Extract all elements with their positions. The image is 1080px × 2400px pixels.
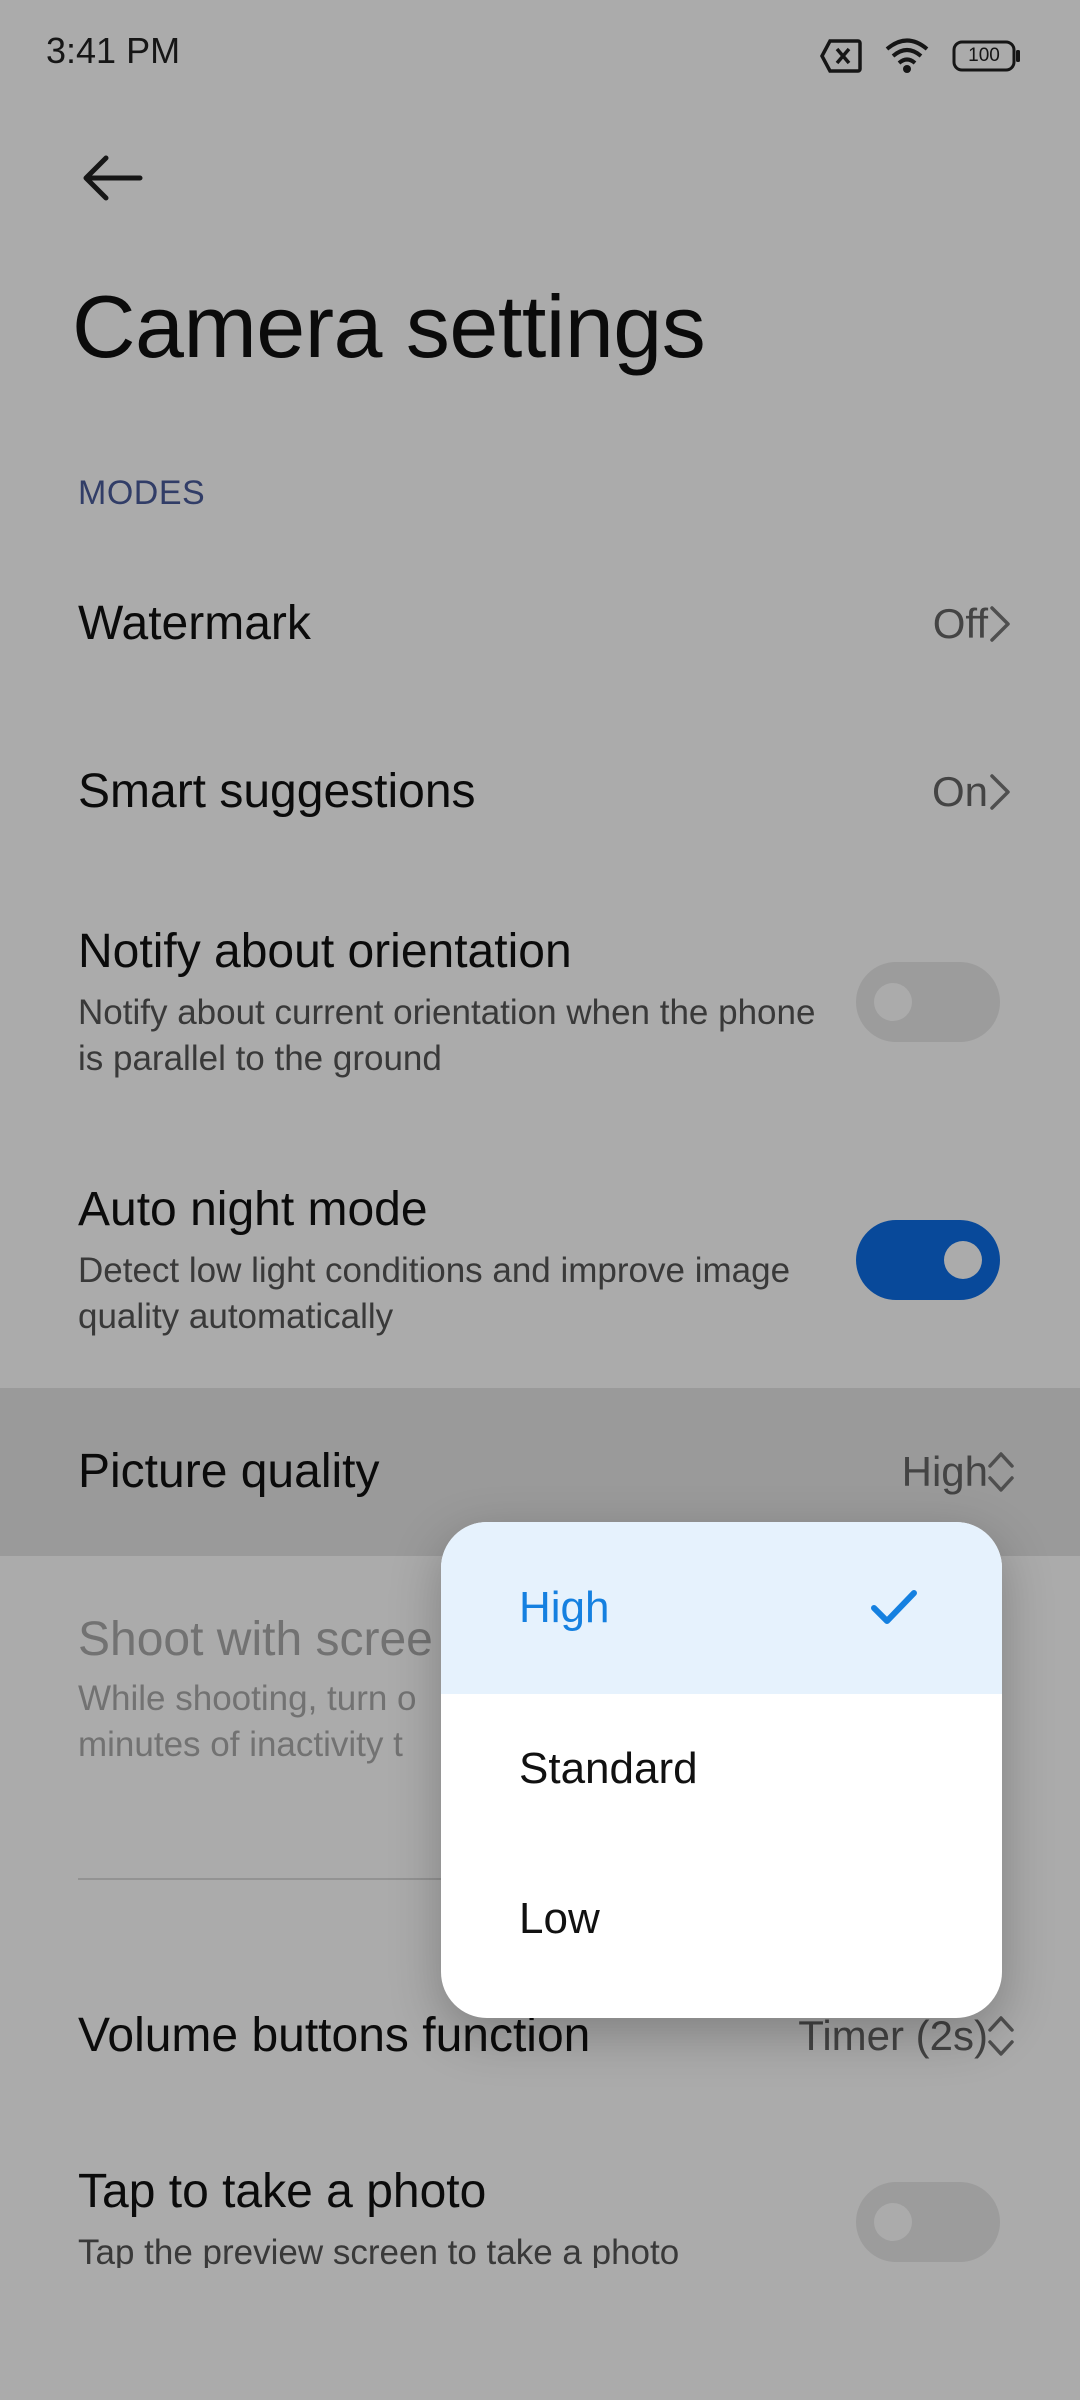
menu-option-low[interactable]: Low (441, 1844, 1002, 1994)
menu-option-label: High (519, 1583, 610, 1632)
menu-option-label: Low (519, 1894, 600, 1943)
menu-option-standard[interactable]: Standard (441, 1694, 1002, 1844)
check-icon (871, 1590, 917, 1624)
picture-quality-menu: High Standard Low (441, 1522, 1002, 2018)
camera-settings-screen: 3:41 PM 100 Camera settings MODES Waterm… (0, 0, 1080, 2400)
menu-option-high[interactable]: High (441, 1522, 1002, 1694)
menu-option-label: Standard (519, 1744, 698, 1793)
dim-overlay[interactable] (0, 0, 1080, 2400)
